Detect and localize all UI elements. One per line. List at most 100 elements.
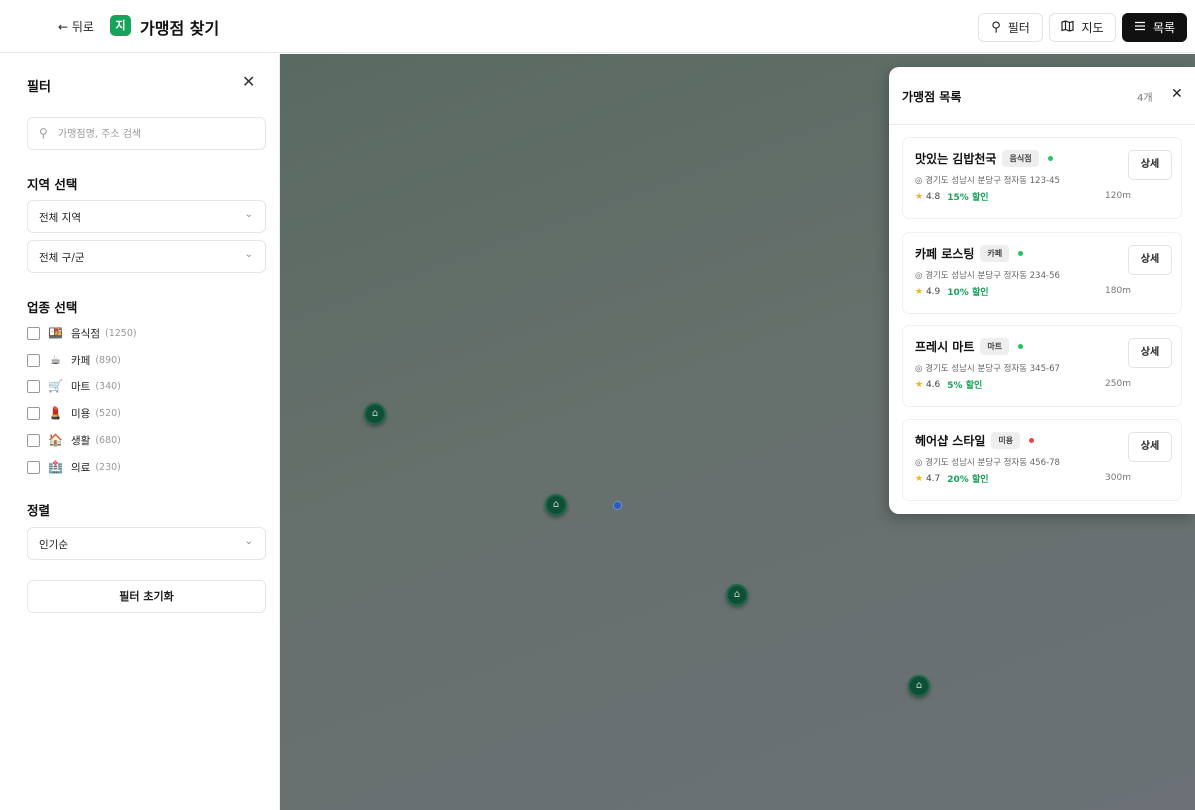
category-label: 마트 bbox=[71, 380, 91, 393]
star-icon: ★ bbox=[915, 191, 924, 202]
store-name-row: 맛있는 김밥천국 음식점 bbox=[915, 150, 1053, 167]
store-list-panel: 가맹점 목록 4개 ✕ 맛있는 김밥천국 음식점 ◎ 경기도 성남시 분당구 정… bbox=[889, 67, 1195, 514]
category-label: 생활 bbox=[71, 434, 91, 447]
filter-button[interactable]: ⚲ 필터 bbox=[978, 13, 1043, 42]
store-name-row: 프레시 마트 마트 bbox=[915, 338, 1024, 355]
category-badge: 음식점 bbox=[1002, 150, 1039, 167]
checkbox[interactable] bbox=[27, 460, 40, 474]
store-card[interactable]: 카페 로스팅 카페 ◎ 경기도 성남시 분당구 정자동 234-56 ★ 4.9… bbox=[903, 233, 1181, 313]
close-icon[interactable]: ✕ bbox=[1171, 86, 1183, 102]
map-button-label: 지도 bbox=[1081, 21, 1104, 35]
store-marker[interactable]: ⌂ bbox=[908, 675, 930, 697]
checkbox[interactable] bbox=[27, 406, 40, 420]
sort-section-title: 정렬 bbox=[27, 503, 51, 518]
region-select[interactable]: 전체 지역 ⌄ bbox=[27, 200, 266, 233]
category-label: 의료 bbox=[71, 461, 91, 474]
store-icon: ⌂ bbox=[915, 680, 923, 691]
store-address: ◎ 경기도 성남시 분당구 정자동 234-56 bbox=[915, 271, 1060, 281]
close-icon[interactable]: ✕ bbox=[242, 72, 255, 91]
store-card[interactable]: 헤어샵 스타일 미용 ◎ 경기도 성남시 분당구 정자동 456-78 ★ 4.… bbox=[903, 420, 1181, 500]
store-rating: 4.6 bbox=[925, 379, 941, 390]
reset-filter-button[interactable]: 필터 초기화 bbox=[27, 580, 266, 613]
category-badge: 미용 bbox=[991, 432, 1021, 449]
location-pin-icon: ◎ bbox=[915, 176, 926, 186]
store-card[interactable]: 맛있는 김밥천국 음식점 ◎ 경기도 성남시 분당구 정자동 123-45 ★ … bbox=[903, 138, 1181, 218]
category-mart[interactable]: 🛒 마트 (340) bbox=[27, 377, 121, 395]
current-location-dot bbox=[613, 501, 622, 510]
store-count: 4개 bbox=[1137, 93, 1153, 104]
cafe-icon: ☕ bbox=[50, 352, 61, 367]
category-count: (680) bbox=[95, 434, 121, 446]
store-distance: 250m bbox=[1105, 379, 1131, 389]
checkbox[interactable] bbox=[27, 433, 40, 447]
category-count: (1250) bbox=[104, 327, 137, 339]
location-pin-icon: ◎ bbox=[915, 458, 926, 468]
search-icon: ⚲ bbox=[39, 126, 48, 140]
district-select[interactable]: 전체 구/군 ⌄ bbox=[27, 240, 266, 273]
medical-icon: 🏥 bbox=[48, 459, 63, 474]
store-distance: 300m bbox=[1105, 473, 1131, 483]
checkbox[interactable] bbox=[27, 379, 40, 393]
category-beauty[interactable]: 💄 미용 (520) bbox=[27, 404, 121, 422]
category-count: (230) bbox=[95, 461, 121, 473]
store-name: 헤어샵 스타일 bbox=[915, 434, 986, 448]
store-address: ◎ 경기도 성남시 분당구 정자동 456-78 bbox=[915, 458, 1060, 468]
status-dot bbox=[1029, 438, 1035, 443]
store-rating: 4.8 bbox=[925, 191, 941, 202]
detail-button[interactable]: 상세 bbox=[1128, 432, 1172, 462]
star-icon: ★ bbox=[915, 286, 924, 297]
store-icon: ⌂ bbox=[371, 408, 379, 419]
category-living[interactable]: 🏠 생활 (680) bbox=[27, 431, 121, 449]
store-icon: ⌂ bbox=[552, 499, 560, 510]
store-meta: ★ 4.7 20% 할인 bbox=[915, 472, 989, 486]
location-pin-icon: ◎ bbox=[915, 364, 926, 374]
list-view-button[interactable]: 목록 bbox=[1122, 13, 1187, 42]
category-medical[interactable]: 🏥 의료 (230) bbox=[27, 458, 121, 476]
page-title: 가맹점 찾기 bbox=[140, 19, 220, 38]
sort-select[interactable]: 인기순 ⌄ bbox=[27, 527, 266, 560]
chevron-down-icon: ⌄ bbox=[244, 536, 253, 547]
filter-sidebar: 필터 ✕ ⚲ 지역 선택 전체 지역 ⌄ 전체 구/군 ⌄ 업종 선택 🍱 음식… bbox=[0, 54, 280, 810]
star-icon: ★ bbox=[915, 473, 924, 484]
store-name: 프레시 마트 bbox=[915, 340, 975, 354]
category-restaurant[interactable]: 🍱 음식점 (1250) bbox=[27, 324, 137, 342]
detail-button[interactable]: 상세 bbox=[1128, 150, 1172, 180]
store-name-row: 헤어샵 스타일 미용 bbox=[915, 432, 1035, 449]
chevron-down-icon: ⌄ bbox=[244, 209, 253, 220]
status-dot bbox=[1047, 156, 1053, 161]
store-rating: 4.9 bbox=[925, 286, 941, 297]
category-cafe[interactable]: ☕ 카페 (890) bbox=[27, 351, 121, 369]
discount-text: 10% 할인 bbox=[947, 288, 989, 298]
status-dot bbox=[1018, 251, 1024, 256]
home-icon: 🏠 bbox=[48, 432, 63, 447]
store-marker[interactable]: ⌂ bbox=[726, 584, 748, 606]
checkbox[interactable] bbox=[27, 326, 40, 340]
back-button[interactable]: ← 뒤로 bbox=[58, 18, 94, 35]
region-select-value: 전체 지역 bbox=[39, 212, 81, 224]
store-name-row: 카페 로스팅 카페 bbox=[915, 245, 1024, 262]
chevron-down-icon: ⌄ bbox=[244, 249, 253, 260]
category-count: (890) bbox=[95, 354, 121, 366]
store-card[interactable]: 프레시 마트 마트 ◎ 경기도 성남시 분당구 정자동 345-67 ★ 4.6… bbox=[903, 326, 1181, 406]
status-dot bbox=[1018, 344, 1024, 349]
search-field[interactable]: ⚲ bbox=[27, 117, 266, 150]
store-marker[interactable]: ⌂ bbox=[364, 403, 386, 425]
discount-text: 15% 할인 bbox=[947, 193, 989, 203]
store-rating: 4.7 bbox=[925, 473, 941, 484]
checkbox[interactable] bbox=[27, 353, 40, 367]
detail-button[interactable]: 상세 bbox=[1128, 245, 1172, 275]
location-pin-icon: ◎ bbox=[915, 271, 926, 281]
detail-button[interactable]: 상세 bbox=[1128, 338, 1172, 368]
store-address: ◎ 경기도 성남시 분당구 정자동 345-67 bbox=[915, 364, 1060, 374]
category-section-title: 업종 선택 bbox=[27, 300, 78, 315]
map-view-button[interactable]: 지도 bbox=[1049, 13, 1116, 42]
cart-icon: 🛒 bbox=[48, 378, 63, 393]
beauty-icon: 💄 bbox=[48, 405, 63, 420]
store-meta: ★ 4.8 15% 할인 bbox=[915, 190, 989, 204]
divider bbox=[889, 124, 1195, 125]
store-marker[interactable]: ⌂ bbox=[545, 494, 567, 516]
sort-select-value: 인기순 bbox=[39, 539, 68, 551]
top-header: ← 뒤로 지 가맹점 찾기 ⚲ 필터 지도 목록 bbox=[0, 0, 1195, 53]
search-input[interactable] bbox=[58, 124, 258, 144]
star-icon: ★ bbox=[915, 379, 924, 390]
